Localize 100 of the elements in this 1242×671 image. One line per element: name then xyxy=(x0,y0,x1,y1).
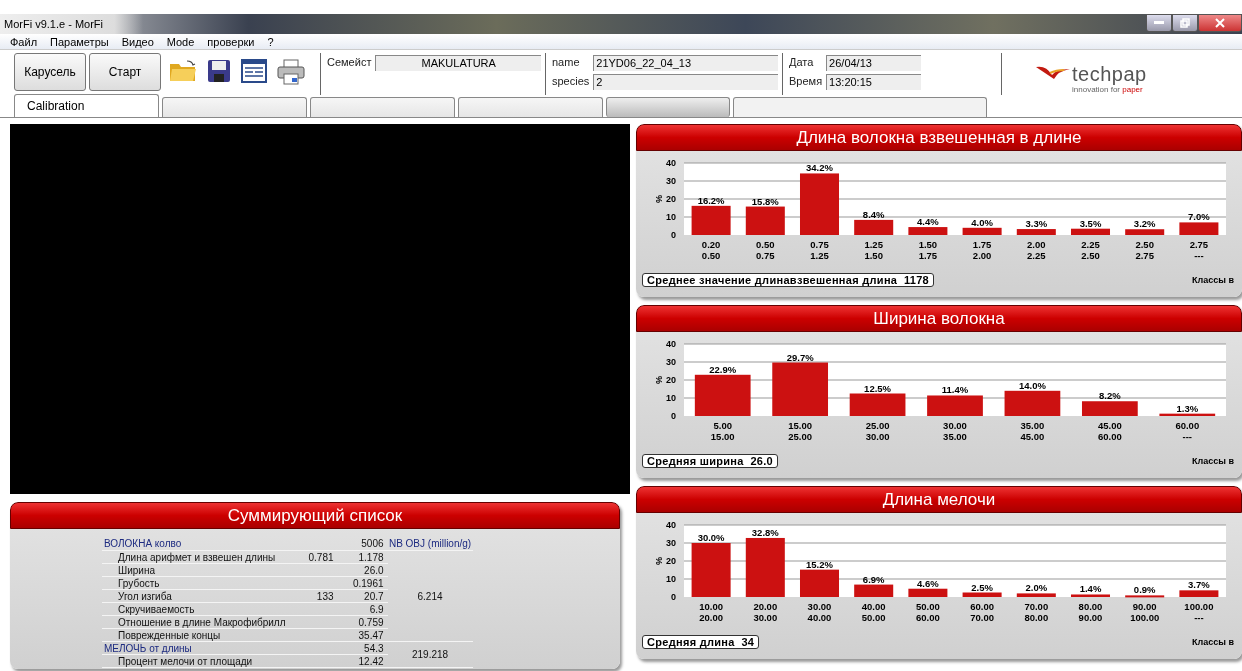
minimize-button[interactable] xyxy=(1146,14,1172,32)
axis-tick-label: 10 xyxy=(666,393,676,403)
axis-tick-label: 0 xyxy=(671,230,676,240)
field-label: Семейст xyxy=(326,55,373,70)
axis-tick-label: 40 xyxy=(666,158,676,168)
bar-value-label: 4.4% xyxy=(917,216,939,228)
category-label: 15.00 xyxy=(788,420,813,431)
tab[interactable] xyxy=(310,97,455,117)
category-label: 100.00 xyxy=(1184,601,1214,612)
axis-label: % xyxy=(654,557,664,565)
name-field[interactable]: 21YD06_22_04_13 xyxy=(593,55,778,71)
category-label: 2.00 xyxy=(972,250,992,261)
table-cell: 54.3 xyxy=(337,641,388,655)
section-label: МЕЛОЧЬ от длины xyxy=(102,641,288,655)
bar-value-label: 7.0% xyxy=(1188,211,1210,223)
table-cell: 1.178 xyxy=(337,550,388,564)
category-label: 30.00 xyxy=(807,601,832,612)
table-cell: 35.47 xyxy=(337,628,388,642)
category-label: 0.75 xyxy=(810,239,829,250)
category-label: 1.50 xyxy=(918,239,938,250)
category-label: 0.20 xyxy=(701,239,721,250)
category-label: 100.00 xyxy=(1130,612,1160,623)
family-field[interactable]: MAKULATURA xyxy=(375,55,541,71)
category-label: 70.00 xyxy=(1024,601,1049,612)
tab[interactable]: Calibration xyxy=(14,94,159,117)
axis-tick-label: 20 xyxy=(666,556,676,566)
category-label: 90.00 xyxy=(1132,601,1157,612)
bar-value-label: 32.8% xyxy=(751,526,779,538)
field-label: name xyxy=(551,55,581,70)
toolbar-button[interactable]: Карусель xyxy=(14,53,86,91)
category-label: 1.25 xyxy=(810,250,829,261)
time-field[interactable]: 13:20:15 xyxy=(826,74,922,90)
axis-tick-label: 0 xyxy=(671,411,676,421)
bar-value-label: 14.0% xyxy=(1018,379,1046,391)
category-label: --- xyxy=(1194,612,1204,623)
table-cell: 26.0 xyxy=(337,563,388,577)
bar-value-label: 3.5% xyxy=(1079,217,1102,229)
menu-item[interactable]: ? xyxy=(267,35,274,48)
category-label: 2.75 xyxy=(1135,250,1154,261)
category-label: 1.75 xyxy=(972,239,992,250)
table-cell: 219.218 xyxy=(387,641,473,668)
toolbar-button[interactable]: Старт xyxy=(89,53,161,91)
table-cell: 20.7 xyxy=(337,589,388,603)
bar-value-label: 2.5% xyxy=(971,581,993,593)
category-label: 30.00 xyxy=(943,420,967,431)
menu-item[interactable]: Параметры xyxy=(50,35,109,48)
category-label: 5.00 xyxy=(713,420,732,431)
menu-item[interactable]: Файл xyxy=(10,35,38,48)
table-cell: 0.759 xyxy=(337,615,388,629)
species-field[interactable]: 2 xyxy=(593,74,778,90)
mean-value-label: Средняя длина 34 xyxy=(642,635,760,649)
printer-icon[interactable] xyxy=(277,59,305,85)
category-label: 45.00 xyxy=(1097,420,1122,431)
table-cell: Длина арифмет и взвешен длины xyxy=(102,550,288,564)
category-label: 35.00 xyxy=(943,431,967,442)
table-cell: 6.9 xyxy=(337,602,388,616)
menu-item[interactable]: Видео xyxy=(121,35,154,48)
bar-value-label: 22.9% xyxy=(709,363,737,375)
field-label: species xyxy=(551,74,591,89)
axis-tick-label: 0 xyxy=(671,592,676,602)
date-field[interactable]: 26/04/13 xyxy=(826,55,922,71)
close-button[interactable] xyxy=(1198,14,1242,32)
bar-value-label: 6.9% xyxy=(862,573,885,585)
form-icon[interactable] xyxy=(241,59,267,83)
category-label: 1.50 xyxy=(864,250,883,261)
panel-title: Длина волокна взвешенная в длине xyxy=(796,127,1082,148)
table-cell: Скручиваемость xyxy=(102,602,288,616)
category-label: 30.00 xyxy=(865,431,890,442)
save-icon[interactable] xyxy=(207,59,231,83)
category-label: 2.75 xyxy=(1189,239,1209,250)
table-cell: Грубость xyxy=(102,576,288,590)
axis-label: % xyxy=(654,376,664,384)
bar-value-label: 8.2% xyxy=(1099,390,1121,402)
category-label: 1.75 xyxy=(918,250,938,261)
field-label: Дата xyxy=(788,55,815,70)
restore-button[interactable] xyxy=(1172,14,1198,32)
table-cell: Процент мелочи от площади xyxy=(102,654,288,668)
tab[interactable] xyxy=(162,97,307,117)
category-label: 2.50 xyxy=(1081,250,1100,261)
table-cell: Поврежденные концы xyxy=(102,628,288,642)
mean-value-label: Средняя ширина 26.0 xyxy=(642,454,778,468)
axis-label: Классы в xyxy=(1192,275,1234,285)
menu-item[interactable]: проверки xyxy=(207,35,255,48)
table-cell: 6.214 xyxy=(387,550,473,642)
table-cell: Отношение в длине Макрофибрилл xyxy=(102,615,288,629)
bar-value-label: 4.6% xyxy=(917,577,939,589)
menu-item[interactable]: Mode xyxy=(166,35,195,48)
table-cell: Угол изгиба xyxy=(102,589,288,603)
bar-value-label: 1.4% xyxy=(1079,583,1102,595)
axis-tick-label: 20 xyxy=(666,375,676,385)
mean-value-label: Среднее значение длинавзвешенная длина 1178 xyxy=(642,273,935,287)
bar-value-label: 4.0% xyxy=(971,216,993,228)
bar-value-label: 0.9% xyxy=(1133,584,1156,596)
bar-value-label: 34.2% xyxy=(806,162,833,174)
category-label: 20.00 xyxy=(753,601,778,612)
table-cell: Ширина xyxy=(102,563,288,577)
category-label: 10.00 xyxy=(699,601,723,612)
tab[interactable] xyxy=(458,97,603,117)
panel-title: Суммирующий список xyxy=(227,505,403,526)
axis-label: Классы в xyxy=(1192,637,1234,647)
